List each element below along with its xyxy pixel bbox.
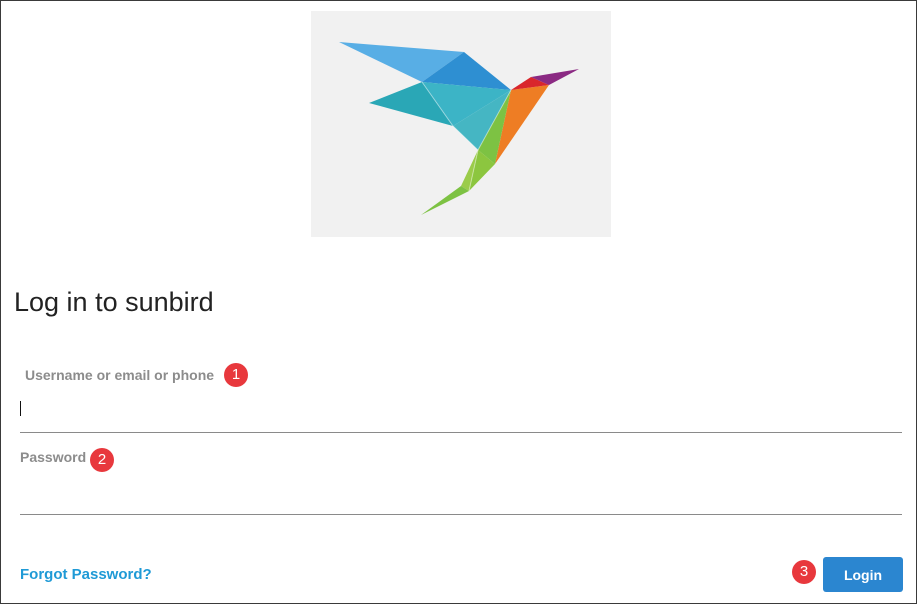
annotation-badge-3: 3 <box>792 560 816 584</box>
login-button[interactable]: Login <box>823 557 903 592</box>
username-label: Username or email or phone <box>25 367 215 383</box>
username-input[interactable] <box>20 402 902 433</box>
forgot-password-link[interactable]: Forgot Password? <box>20 566 152 583</box>
annotation-badge-2: 2 <box>90 448 114 472</box>
sunbird-logo <box>311 11 611 237</box>
page-title: Log in to sunbird <box>14 287 214 318</box>
hummingbird-logo-icon <box>339 42 579 215</box>
password-input[interactable] <box>20 484 902 515</box>
password-label: Password <box>20 449 87 465</box>
text-cursor <box>20 401 21 416</box>
annotation-badge-1: 1 <box>224 363 248 387</box>
login-page: Log in to sunbird Username or email or p… <box>0 0 917 604</box>
